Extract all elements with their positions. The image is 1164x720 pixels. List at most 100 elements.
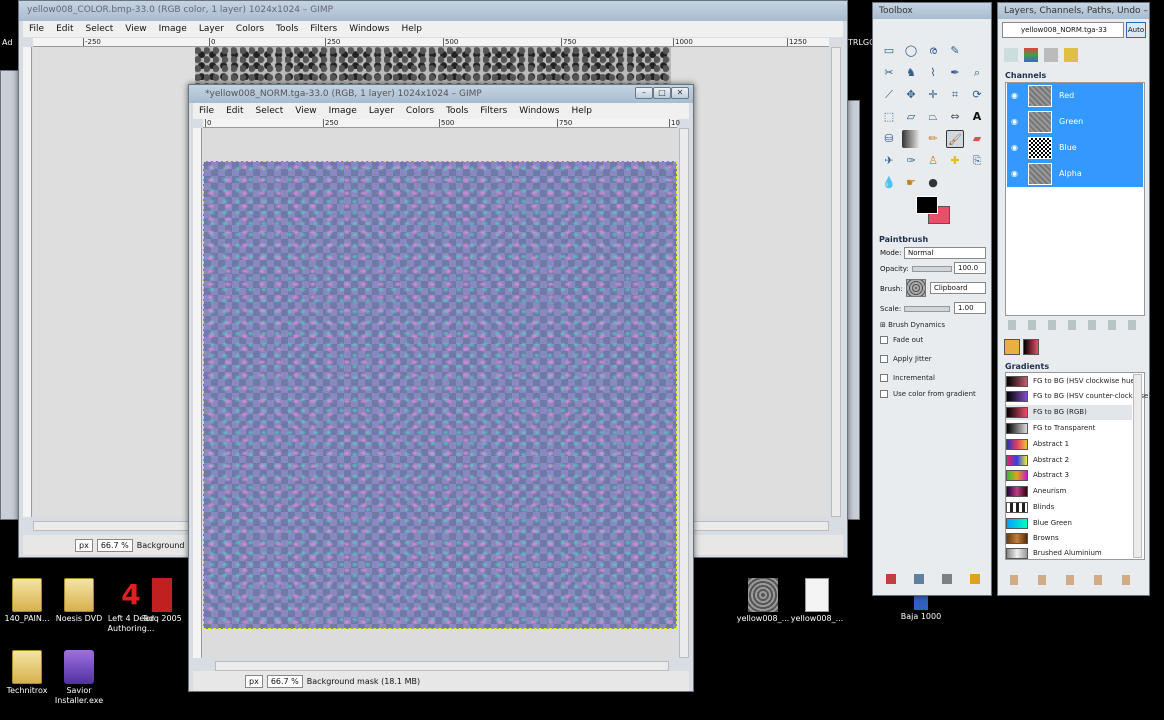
ellipse-select-icon[interactable]: ◯ [902,42,920,60]
brush-preview[interactable] [906,279,926,297]
eye-icon[interactable]: ◉ [1011,117,1021,126]
menu-windows[interactable]: Windows [343,24,395,34]
crop-icon[interactable]: ⌗ [946,86,964,104]
gradient-item[interactable]: FG to Transparent [1006,421,1132,436]
pattern-swatch[interactable] [1004,339,1020,355]
mode-select[interactable]: Normal [904,247,986,259]
desktop-icon-app[interactable]: Torq 2005 [142,578,182,624]
opacity-field[interactable]: 100.0 [954,262,986,274]
gradient-item[interactable]: Blinds [1006,500,1132,515]
image-select[interactable]: yellow008_NORM.tga-33 [1002,22,1124,38]
gradient-item[interactable]: FG to BG (HSV counter-clockwise) [1006,389,1151,404]
menu-filters[interactable]: Filters [474,106,513,116]
clone-icon[interactable]: ♙ [924,152,942,170]
menu-edit[interactable]: Edit [50,24,79,34]
menu-view[interactable]: View [289,106,322,116]
menu-select[interactable]: Select [250,106,290,116]
desktop-icon-app[interactable]: Baja 1000 [886,596,956,622]
pencil-icon[interactable]: ✏ [924,130,942,148]
reset-options-icon[interactable] [970,574,980,584]
scale-slider[interactable] [904,306,950,312]
perspective-icon[interactable]: ⏢ [924,108,942,126]
gradient-swatch[interactable] [1023,339,1039,355]
paths-icon[interactable]: ⌇ [924,64,942,82]
zoom-select[interactable]: 66.7 % [96,538,133,552]
gradient-item[interactable]: Abstract 2 [1006,453,1132,468]
gradient-item[interactable]: Abstract 1 [1006,437,1132,452]
menu-colors[interactable]: Colors [230,24,270,34]
menu-help[interactable]: Help [395,24,428,34]
blur-icon[interactable]: 💧 [880,174,898,192]
minimize-button[interactable]: – [635,87,653,99]
menu-image[interactable]: Image [323,106,363,116]
bucket-fill-icon[interactable]: ⛁ [880,130,898,148]
ink-icon[interactable]: ✑ [902,152,920,170]
fade-out-checkbox[interactable]: Fade out [880,336,923,344]
incremental-checkbox[interactable]: Incremental [880,374,935,382]
foreground-color-swatch[interactable] [916,196,938,214]
use-color-gradient-checkbox[interactable]: Use color from gradient [880,390,976,398]
heal-icon[interactable]: ✚ [946,152,964,170]
menu-windows[interactable]: Windows [513,106,565,116]
flip-icon[interactable]: ⇔ [946,108,964,126]
menu-layer[interactable]: Layer [363,106,400,116]
menu-help[interactable]: Help [565,106,598,116]
gradient-item[interactable]: Browns [1006,531,1132,546]
scissors-icon[interactable]: ✂ [880,64,898,82]
gradient-item[interactable]: FG to BG (RGB) [1006,405,1132,420]
text-icon[interactable]: A [968,108,986,126]
fuzzy-select-icon[interactable]: ✎ [946,42,964,60]
menu-edit[interactable]: Edit [220,106,249,116]
vertical-scrollbar[interactable] [831,47,841,517]
eraser-icon[interactable]: ▰ [968,130,986,148]
color-picker-icon[interactable]: ✒ [946,64,964,82]
brush-name-field[interactable]: Clipboard [930,282,986,294]
undo-tab-icon[interactable] [1064,48,1078,62]
gradient-item[interactable]: FG to BG (HSV clockwise hue) [1006,374,1137,389]
eye-icon[interactable]: ◉ [1011,143,1021,152]
rect-select-icon[interactable]: ▭ [880,42,898,60]
foreground-select-icon[interactable]: ♞ [902,64,920,82]
desktop-icon-installer[interactable]: Savior Installer.exe [44,650,114,706]
scale-field[interactable]: 1.00 [954,302,986,314]
save-options-icon[interactable] [886,574,896,584]
zoom-icon[interactable]: ⌕ [968,64,986,82]
channel-row-blue[interactable]: ◉ Blue [1007,135,1143,161]
gradient-item[interactable]: Blue Green [1006,516,1132,531]
dodge-burn-icon[interactable]: ● [924,174,942,192]
gradient-item[interactable]: Aneurism [1006,484,1132,499]
menu-view[interactable]: View [119,24,152,34]
menu-file[interactable]: File [23,24,50,34]
delete-options-icon[interactable] [942,574,952,584]
menu-layer[interactable]: Layer [193,24,230,34]
zoom-select[interactable]: 66.7 % [266,674,303,688]
gradient-item[interactable]: Brushed Aluminium [1006,546,1132,561]
channel-row-alpha[interactable]: ◉ Alpha [1007,161,1143,187]
maximize-button[interactable]: □ [653,87,671,99]
channel-row-red[interactable]: ◉ Red [1007,83,1143,109]
menu-filters[interactable]: Filters [304,24,343,34]
desktop-icon-file[interactable]: yellow008_... [782,578,852,624]
menu-tools[interactable]: Tools [270,24,304,34]
vertical-scrollbar[interactable] [679,128,689,658]
auto-button[interactable]: Auto [1126,22,1146,38]
eye-icon[interactable]: ◉ [1011,169,1021,178]
brush-dynamics-expander[interactable]: ⊞ Brush Dynamics [880,321,945,329]
scale-icon[interactable]: ⬚ [880,108,898,126]
menu-colors[interactable]: Colors [400,106,440,116]
shear-icon[interactable]: ▱ [902,108,920,126]
gradients-scrollbar[interactable] [1133,374,1142,558]
blend-icon[interactable] [902,130,920,148]
paths-tab-icon[interactable] [1044,48,1058,62]
channel-row-green[interactable]: ◉ Green [1007,109,1143,135]
gradient-item[interactable]: Abstract 3 [1006,468,1132,483]
eye-icon[interactable]: ◉ [1011,91,1021,100]
paintbrush-icon[interactable]: 🖌 [946,130,964,148]
apply-jitter-checkbox[interactable]: Apply Jitter [880,355,932,363]
unit-select[interactable]: px [75,538,93,552]
move-icon[interactable]: ✥ [902,86,920,104]
menu-image[interactable]: Image [153,24,193,34]
opacity-slider[interactable] [912,266,952,272]
menu-tools[interactable]: Tools [440,106,474,116]
align-icon[interactable]: ✛ [924,86,942,104]
